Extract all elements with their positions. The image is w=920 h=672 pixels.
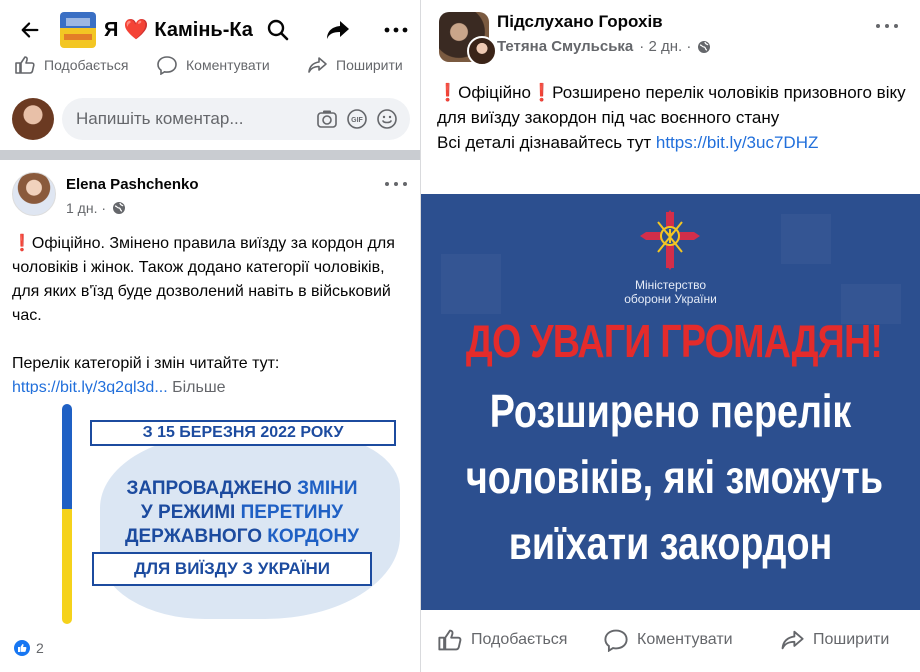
share-icon	[308, 57, 327, 73]
comment-button[interactable]: Коментувати	[156, 55, 270, 75]
post-more-icon[interactable]	[875, 10, 899, 36]
image-date-banner: З 15 БЕРЕЗНЯ 2022 РОКУ	[90, 420, 396, 446]
post-more-icon[interactable]	[384, 168, 408, 194]
author-avatar[interactable]	[467, 36, 497, 66]
post-author[interactable]: Elena Pashchenko	[66, 176, 199, 193]
comment-composer: Напишіть коментар... GIF	[0, 92, 420, 148]
camera-icon[interactable]	[316, 108, 338, 130]
bg-square	[781, 214, 831, 264]
post-time[interactable]: · 2 дн. ·	[639, 38, 691, 55]
comment-icon	[157, 56, 177, 75]
post-link[interactable]: https://bit.ly/3uc7DHZ	[656, 133, 819, 152]
comment-input[interactable]: Напишіть коментар... GIF	[62, 98, 410, 140]
globe-icon	[113, 202, 126, 214]
post-actions-top: Подобається Коментувати Поширити	[0, 50, 420, 80]
like-label: Подобається	[471, 631, 568, 648]
share-button[interactable]: Поширити	[306, 55, 403, 75]
comment-icon	[604, 629, 628, 652]
post-meta: Тетяна Смульська · 2 дн. ·	[497, 38, 711, 55]
search-icon[interactable]	[262, 14, 294, 46]
post-text-main: Офіційно. Змінено правила виїзду за корд…	[12, 235, 395, 324]
like-button[interactable]: Подобається	[437, 628, 567, 652]
left-post-panel: Я ❤️ Камінь-Ка... Подобається Коментуват…	[0, 0, 420, 672]
post-time[interactable]: 1 дн. ·	[66, 200, 106, 216]
like-button[interactable]: Подобається	[14, 55, 128, 75]
exclamation-icon: ❗	[12, 235, 32, 252]
group-thumbnail[interactable]	[60, 12, 96, 48]
ministry-name-1: Міністерство	[634, 278, 707, 292]
like-label: Подобається	[44, 57, 129, 73]
flag-bar-blue	[62, 404, 72, 509]
emoji-icon[interactable]	[376, 108, 398, 130]
post-separator	[0, 150, 420, 160]
share-label: Поширити	[813, 631, 890, 648]
share-button[interactable]: Поширити	[779, 628, 889, 652]
headline-line-1: Розширено перелік	[489, 385, 852, 437]
image-line-2: У РЕЖИМІ ПЕРЕТИНУ	[140, 502, 344, 523]
ministry-emblem-icon	[640, 210, 700, 270]
image-line-3: ДЕРЖАВНОГО КОРДОНУ	[124, 526, 360, 547]
thumbs-up-icon	[438, 629, 462, 651]
group-name[interactable]: Підслухано Горохів	[497, 12, 663, 32]
comment-label: Коментувати	[186, 57, 270, 73]
thumbs-up-icon	[15, 56, 35, 74]
post-author[interactable]: Тетяна Смульська	[497, 38, 633, 55]
post-body: ❗Офіційно❗Розширено перелік чоловіків пр…	[437, 80, 913, 155]
gif-sticker-icon[interactable]: GIF	[346, 108, 368, 130]
flag-bar-yellow	[62, 509, 72, 624]
post-text-details: Всі деталі дізнавайтесь тут	[437, 133, 656, 152]
image-bottom-banner: ДЛЯ ВИЇЗДУ З УКРАЇНИ	[92, 552, 372, 586]
share-icon	[781, 630, 804, 650]
headline-attention: ДО УВАГИ ГРОМАДЯН!	[465, 315, 883, 367]
comment-placeholder: Напишіть коментар...	[76, 109, 244, 128]
reaction-count: 2	[36, 640, 44, 656]
ministry-name-2: оборони України	[624, 292, 717, 306]
globe-icon	[698, 40, 711, 53]
post-image-ministry-notice[interactable]: Міністерство оборони України ДО УВАГИ ГР…	[421, 194, 920, 610]
post-text-categories: Перелік категорій і змін читайте тут:	[12, 355, 280, 372]
svg-text:GIF: GIF	[351, 117, 363, 124]
post-body: ❗Офіційно. Змінено правила виїзду за кор…	[12, 232, 412, 400]
share-label: Поширити	[336, 57, 403, 73]
back-arrow-icon[interactable]	[14, 14, 46, 46]
more-options-icon[interactable]	[380, 14, 412, 46]
headline-line-3: виїхати закордон	[508, 517, 833, 569]
image-line-1: ЗАПРОВАДЖЕНО ЗМІНИ	[126, 478, 358, 499]
headline-line-2: чоловіків, які зможуть	[465, 451, 884, 503]
group-header: Я ❤️ Камінь-Ка...	[0, 0, 420, 56]
user-avatar[interactable]	[12, 98, 54, 140]
post-meta: 1 дн. ·	[66, 200, 126, 216]
post-text-main: Офіційно❗Розширено перелік чоловіків при…	[437, 83, 906, 127]
right-post-panel: Підслухано Горохів Тетяна Смульська · 2 …	[421, 0, 920, 672]
post-actions: Подобається Коментувати Поширити	[421, 622, 920, 662]
comment-button[interactable]: Коментувати	[603, 628, 733, 652]
comment-label: Коментувати	[637, 631, 733, 648]
group-title[interactable]: Я ❤️ Камінь-Ка...	[104, 17, 254, 42]
reactions-summary[interactable]: 2	[14, 640, 44, 656]
author-avatar[interactable]	[12, 172, 56, 216]
share-arrow-icon[interactable]	[322, 14, 354, 46]
exclamation-icon: ❗	[437, 83, 459, 102]
post-image-border-rules[interactable]: З 15 БЕРЕЗНЯ 2022 РОКУ ЗАПРОВАДЖЕНО ЗМІН…	[0, 394, 420, 626]
comment-input-icons: GIF	[316, 108, 398, 130]
like-reaction-icon	[14, 640, 30, 656]
